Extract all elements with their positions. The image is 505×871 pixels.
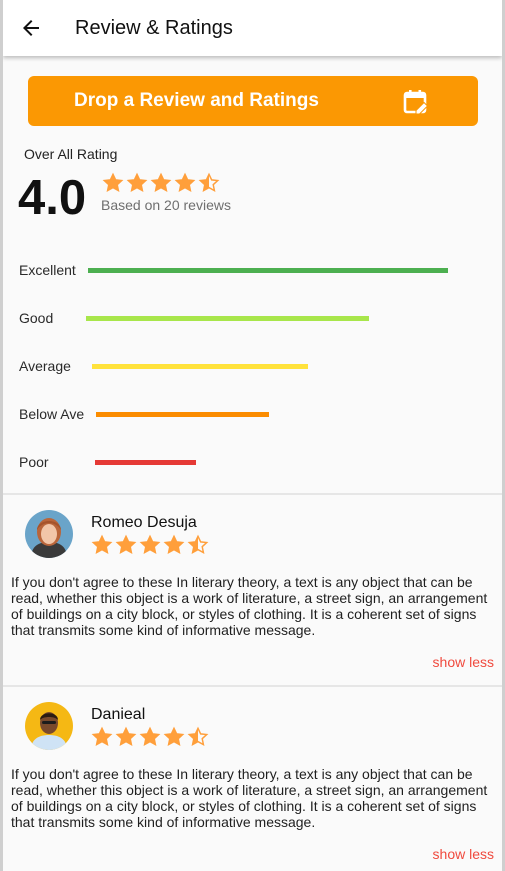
breakdown-label-poor: Poor xyxy=(19,454,49,470)
review-stars xyxy=(91,534,209,556)
arrow-left-icon[interactable] xyxy=(19,16,43,40)
star-half-icon xyxy=(187,726,209,747)
star-full-icon xyxy=(139,534,161,555)
breakdown-bar-excellent xyxy=(88,268,448,273)
app-bar: Review & Ratings xyxy=(3,0,502,56)
breakdown-label-good: Good xyxy=(19,310,54,326)
reviewer-name: Romeo Desuja xyxy=(91,514,197,531)
screen: Review & Ratings Drop a Review and Ratin… xyxy=(3,0,502,871)
overall-rating-label: Over All Rating xyxy=(24,146,118,162)
star-half-icon xyxy=(198,172,220,193)
breakdown-label-below-average: Below Ave xyxy=(19,406,85,422)
review-stars xyxy=(91,726,209,748)
star-full-icon xyxy=(91,534,113,555)
breakdown-bar-below-average xyxy=(96,412,269,417)
star-full-icon xyxy=(91,726,113,747)
breakdown-label-average: Average xyxy=(19,358,71,374)
avatar xyxy=(25,702,73,750)
overall-rating-value: 4.0 xyxy=(18,171,87,225)
review-text: If you don't agree to these In literary … xyxy=(11,574,488,638)
reviewer-name: Danieal xyxy=(91,706,146,723)
drop-review-label: Drop a Review and Ratings xyxy=(74,90,319,111)
star-full-icon xyxy=(163,534,185,555)
drop-review-button[interactable]: Drop a Review and Ratings xyxy=(28,76,478,126)
breakdown-label-excellent: Excellent xyxy=(19,262,76,278)
breakdown-bar-average xyxy=(92,364,308,369)
show-less-link[interactable]: show less xyxy=(433,654,494,670)
section-divider xyxy=(3,493,502,495)
star-full-icon xyxy=(139,726,161,747)
overall-stars xyxy=(102,172,220,194)
reviews-count-text: Based on 20 reviews xyxy=(101,197,231,213)
star-full-icon xyxy=(115,726,137,747)
breakdown-bar-good xyxy=(86,316,369,321)
star-half-icon xyxy=(187,534,209,555)
star-full-icon xyxy=(163,726,185,747)
review-text: If you don't agree to these In literary … xyxy=(11,766,488,830)
star-full-icon xyxy=(150,172,172,193)
star-full-icon xyxy=(102,172,124,193)
avatar xyxy=(25,510,73,558)
calendar-edit-icon xyxy=(403,90,429,115)
breakdown-bar-poor xyxy=(95,460,196,465)
star-full-icon xyxy=(174,172,196,193)
star-full-icon xyxy=(115,534,137,555)
show-less-link[interactable]: show less xyxy=(433,846,494,862)
star-full-icon xyxy=(126,172,148,193)
review-divider xyxy=(3,685,502,687)
page-title: Review & Ratings xyxy=(75,17,233,39)
